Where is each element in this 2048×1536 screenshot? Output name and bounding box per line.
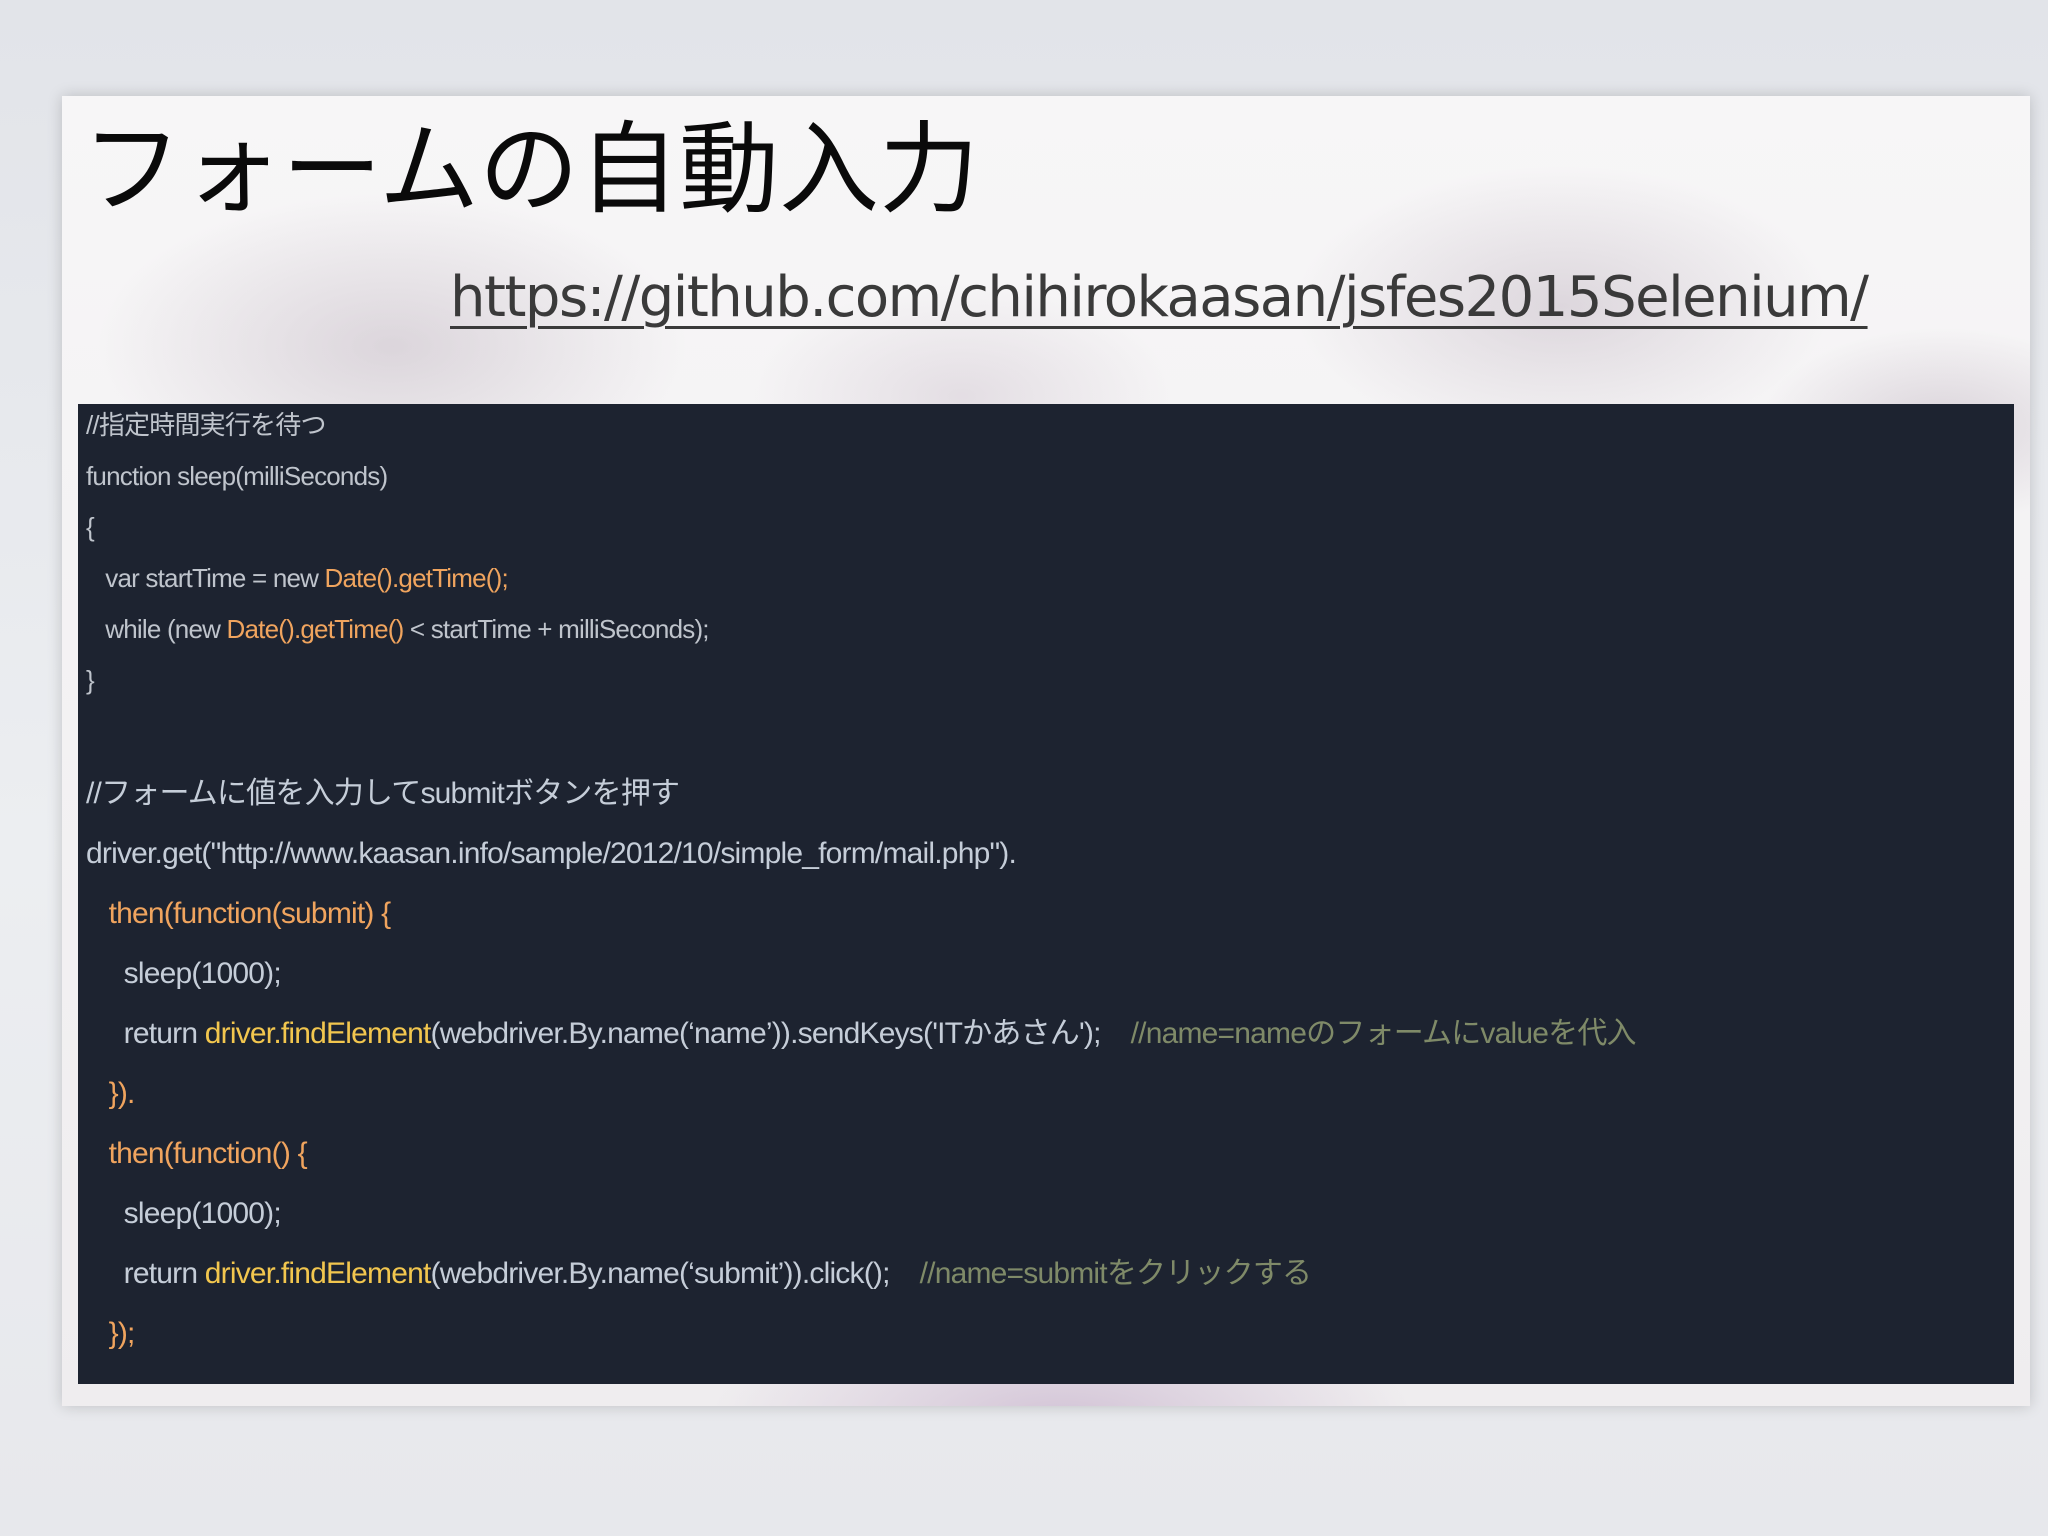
code-open-brace: { (86, 512, 95, 542)
code-sleep-1: sleep(1000); (86, 957, 282, 990)
code-comment-form: //フォームに値を入力してsubmitボタンを押す (86, 777, 680, 810)
code-while-line: while (new Date().getTime() < startTime … (86, 612, 709, 646)
code-return-name: return driver.findElement(webdriver.By.n… (86, 1014, 1637, 1054)
code-return-submit: return driver.findElement(webdriver.By.n… (86, 1254, 1312, 1294)
code-var-line: var startTime = new Date().getTime(); (86, 561, 508, 595)
code-comment-wait: //指定時間実行を待つ (86, 410, 326, 440)
code-var-call: Date().getTime(); (324, 563, 509, 593)
repo-link[interactable]: https://github.com/chihirokaasan/jsfes20… (450, 258, 1869, 338)
code-driver-get: driver.get("http://www.kaasan.info/sampl… (86, 837, 1017, 870)
slide: フォームの自動入力 https://github.com/chihirokaas… (62, 96, 2030, 1406)
slide-title: フォームの自動入力 (82, 111, 979, 228)
code-return-name-method: driver.findElement (204, 1017, 432, 1050)
code-return-name-prefix: return (86, 1017, 205, 1050)
code-close-then-2: }); (86, 1317, 136, 1350)
code-close-then-1: }). (86, 1077, 136, 1110)
code-var-prefix: var startTime = new (86, 563, 325, 593)
code-return-name-suffix: (webdriver.By.name(‘name’)).sendKeys('IT… (430, 1017, 1102, 1050)
code-return-submit-comment: //name=submitをクリックする (919, 1257, 1312, 1290)
code-while-suffix: < startTime + milliSeconds); (403, 614, 710, 644)
code-while-prefix: while (new (86, 614, 227, 644)
code-then-submit: then(function(submit) { (86, 897, 392, 930)
code-panel: //指定時間実行を待つ function sleep(milliSeconds)… (78, 404, 2014, 1384)
code-function-declaration: function sleep(milliSeconds) (86, 461, 388, 491)
code-return-submit-prefix: return (86, 1257, 205, 1290)
code-sleep-2: sleep(1000); (86, 1197, 282, 1230)
code-return-name-comment: //name=nameのフォームにvalueを代入 (1130, 1017, 1637, 1050)
code-return-submit-suffix: (webdriver.By.name(‘submit’)).click(); (430, 1257, 891, 1290)
code-return-submit-method: driver.findElement (204, 1257, 432, 1290)
code-close-brace: } (86, 665, 95, 695)
code-while-call: Date().getTime() (226, 614, 405, 644)
code-then-empty: then(function() { (86, 1137, 308, 1170)
